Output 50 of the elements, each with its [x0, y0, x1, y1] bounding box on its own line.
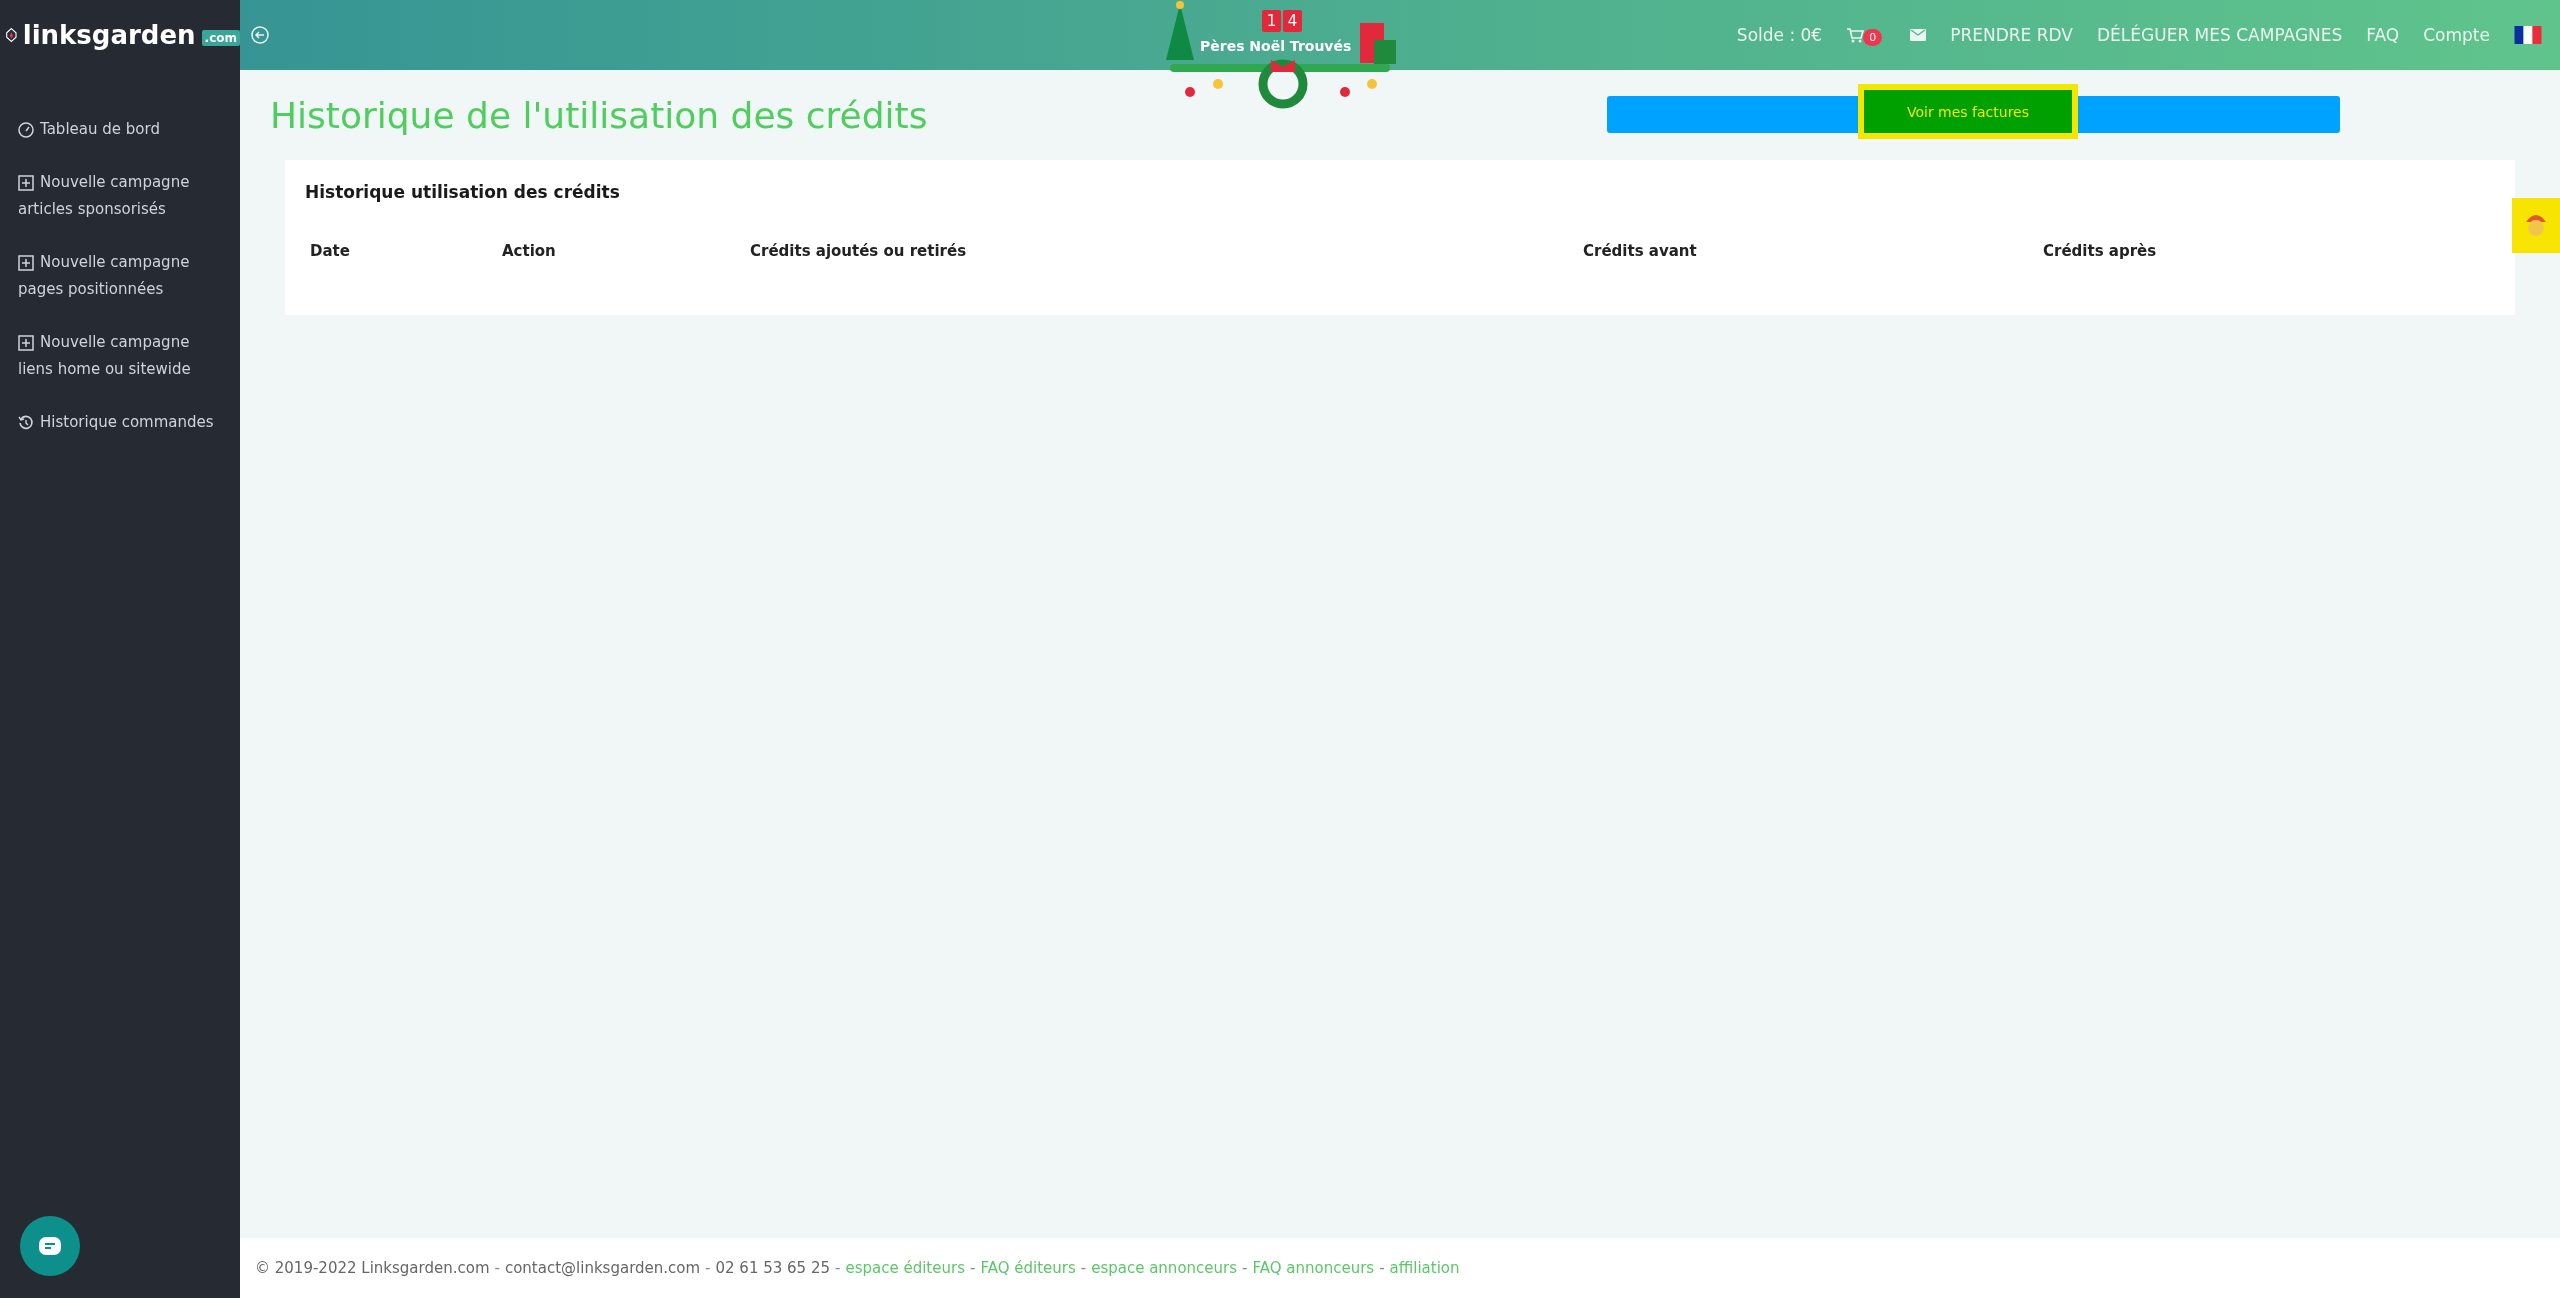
footer-text: © 2019-2022 Linksgarden.com [255, 1259, 490, 1277]
footer-separator: - [493, 1259, 501, 1277]
invoices-button[interactable]: Voir mes factures [1858, 84, 2078, 139]
footer-separator: - [1378, 1259, 1386, 1277]
counter-digit: 4 [1283, 10, 1302, 32]
footer-link[interactable]: FAQ annonceurs [1252, 1259, 1375, 1277]
sidebar-item[interactable]: Historique commandes [18, 409, 240, 436]
column-header: Crédits après [2043, 242, 2158, 260]
footer-separator: - [1079, 1259, 1088, 1277]
column-header: Crédits avant [1583, 242, 1698, 260]
column-header: Crédits ajoutés ou retirés [750, 242, 968, 260]
brand-name: linksgarden [22, 20, 196, 50]
cart-button[interactable]: 0 [1846, 27, 1887, 43]
column-header: Date [310, 242, 351, 260]
footer-separator: - [1241, 1259, 1249, 1277]
sidebar-item[interactable]: Nouvelle campagne pages positionnées [18, 249, 240, 303]
brand-tld: .com [201, 30, 240, 46]
santa-icon[interactable] [2512, 198, 2560, 253]
card-title: Historique utilisation des crédits [305, 182, 621, 202]
chat-button[interactable] [20, 1216, 80, 1276]
counter-digit: 1 [1262, 10, 1281, 32]
header-link[interactable]: DÉLÉGUER MES CAMPAGNES [2097, 25, 2343, 45]
footer-text: 02 61 53 65 25 [715, 1259, 831, 1277]
header-link[interactable]: FAQ [2366, 25, 2400, 45]
french-flag-icon[interactable] [2514, 26, 2542, 44]
footer-link[interactable]: espace annonceurs [1091, 1259, 1238, 1277]
footer-link[interactable]: affiliation [1389, 1259, 1460, 1277]
cart-count: 0 [1863, 29, 1883, 46]
gauge-icon [18, 121, 34, 138]
header-link[interactable]: Compte [2423, 25, 2490, 45]
footer-link[interactable]: espace éditeurs [845, 1259, 965, 1277]
column-header: Action [502, 242, 557, 260]
footer-link[interactable]: FAQ éditeurs [980, 1259, 1076, 1277]
sidebar-item[interactable]: Tableau de bord [18, 116, 240, 143]
header-link[interactable]: PRENDRE RDV [1950, 25, 2073, 45]
footer-separator: - [834, 1259, 842, 1277]
footer-text: contact@linksgarden.com [504, 1259, 701, 1277]
chat-bubble-icon [38, 1236, 62, 1256]
page-title: Historique de l'utilisation des crédits [270, 94, 928, 136]
plus-square-icon [18, 174, 34, 191]
mail-icon[interactable] [1910, 29, 1927, 41]
footer-separator: - [969, 1259, 977, 1277]
plus-square-icon [18, 334, 34, 351]
banner-caption: Pères Noël Trouvés [1200, 38, 1352, 54]
sidebar-item[interactable]: Nouvelle campagne liens home ou sitewide [18, 329, 240, 383]
sidebar-item[interactable]: Nouvelle campagne articles sponsorisés [18, 169, 240, 223]
history-icon [18, 414, 34, 431]
plus-square-icon [18, 254, 34, 271]
footer-separator: - [704, 1259, 712, 1277]
balance-link[interactable]: Solde : 0€ [1736, 25, 1823, 45]
